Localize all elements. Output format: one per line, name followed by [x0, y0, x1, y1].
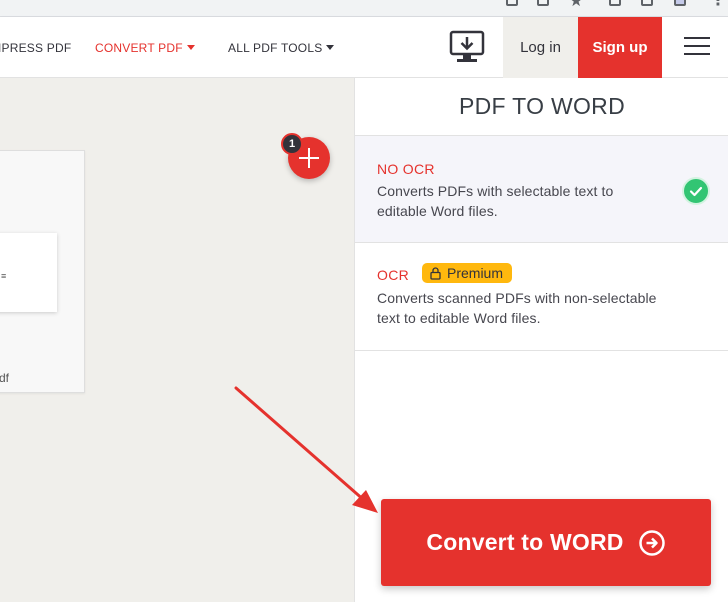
nav-compress-pdf[interactable]: IPRESS PDF: [0, 41, 71, 55]
caret-down-icon: [326, 45, 335, 50]
browser-toolbar: ★ ⋮: [0, 0, 728, 17]
nav-all-tools-label: ALL PDF TOOLS: [228, 41, 323, 55]
hamburger-menu-icon[interactable]: [684, 37, 710, 57]
nav-convert-pdf[interactable]: CONVERT PDF: [95, 41, 195, 55]
option-title: OCR: [377, 267, 410, 283]
nav-convert-label: CONVERT PDF: [95, 41, 183, 55]
option-title: NO OCR: [377, 161, 435, 177]
checkmark-icon: [682, 177, 710, 205]
file-thumbnail: ≡: [0, 233, 57, 312]
file-count-badge: 1: [281, 133, 303, 155]
browser-menu-icon[interactable]: ⋮: [710, 0, 726, 10]
option-description: Converts scanned PDFs with non-selectabl…: [377, 290, 657, 326]
option-no-ocr[interactable]: NO OCR Converts PDFs with selectable tex…: [355, 136, 728, 243]
signup-button[interactable]: Sign up: [578, 17, 662, 78]
bookmark-star-icon[interactable]: ★: [569, 0, 583, 11]
convert-label: Convert to WORD: [426, 529, 624, 555]
nav-all-pdf-tools[interactable]: ALL PDF TOOLS: [228, 41, 335, 55]
option-ocr[interactable]: OCR Premium Converts scanned PDFs with n…: [355, 243, 728, 351]
caret-down-icon: [186, 45, 195, 50]
option-description: Converts PDFs with selectable text to ed…: [377, 183, 614, 219]
plus-icon-bar: [299, 157, 319, 159]
profile-icon[interactable]: [674, 0, 686, 6]
lock-icon: [430, 266, 441, 280]
translate-icon[interactable]: [506, 0, 518, 6]
site-header: IPRESS PDF CONVERT PDF ALL PDF TOOLS Log…: [0, 17, 728, 78]
share-icon[interactable]: [537, 0, 549, 6]
file-card[interactable]: ≡ df: [0, 150, 85, 393]
conversion-sidebar: PDF TO WORD NO OCR Converts PDFs with se…: [354, 78, 728, 602]
desktop-download-icon: [449, 30, 485, 62]
extension-icon[interactable]: [609, 0, 621, 6]
premium-badge: Premium: [422, 263, 513, 283]
convert-button[interactable]: Convert to WORD: [381, 499, 711, 586]
premium-label: Premium: [447, 265, 504, 281]
tool-title: PDF TO WORD: [355, 78, 728, 136]
file-name: df: [0, 371, 10, 385]
arrow-right-circle-icon: [638, 529, 665, 556]
thumbnail-text-mark: ≡: [1, 271, 7, 281]
login-button[interactable]: Log in: [503, 17, 578, 78]
tab-icon[interactable]: [641, 0, 653, 6]
file-workspace: ≡ df 1: [0, 78, 354, 602]
desktop-app-button[interactable]: [448, 29, 486, 65]
